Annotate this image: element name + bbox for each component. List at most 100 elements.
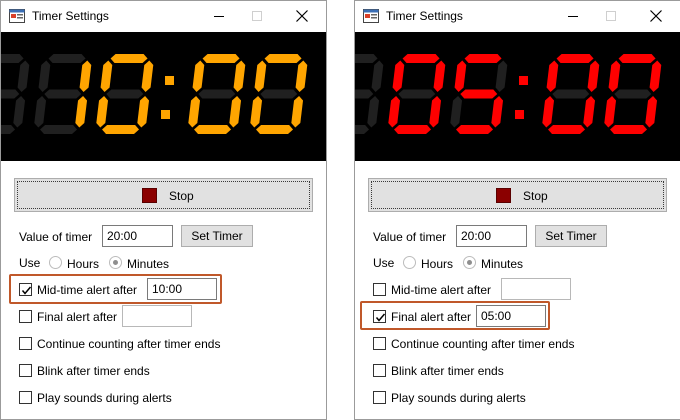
play-sounds-checkbox[interactable] <box>373 391 386 404</box>
digit-0-segment-on <box>402 54 440 63</box>
digit-1-segment-on <box>137 96 150 128</box>
blink-checkbox[interactable] <box>373 364 386 377</box>
final-alert-label: Final alert after <box>37 310 118 324</box>
digit-2-segment-on <box>587 60 600 92</box>
digit-3-segment-on <box>649 60 662 92</box>
final-alert-input[interactable] <box>122 305 192 327</box>
digit-2-segment-on <box>233 60 246 92</box>
title-bar[interactable]: Timer Settings <box>355 1 680 32</box>
digit-0-segment-off <box>398 89 436 99</box>
seven-segment-time <box>355 54 662 134</box>
use-label: Use <box>19 256 41 270</box>
digit-1-segment-on <box>491 96 504 128</box>
digit-2-segment-on <box>188 96 201 128</box>
set-timer-button[interactable]: Set Timer <box>181 225 253 247</box>
continue-counting-label: Continue counting after timer ends <box>391 337 575 351</box>
app-icon <box>363 9 379 23</box>
stop-label: Stop <box>169 189 194 203</box>
minimize-icon[interactable] <box>207 6 231 26</box>
stop-icon <box>496 188 511 203</box>
minutes-radio[interactable] <box>109 256 122 269</box>
ghost-digit-segment-off <box>1 89 20 99</box>
window-title: Timer Settings <box>386 9 463 23</box>
seven-segment-time <box>1 54 308 134</box>
checkmark-icon <box>21 286 32 295</box>
digit-1-segment-off <box>450 96 463 128</box>
timer-display <box>1 32 326 161</box>
close-icon[interactable] <box>644 6 668 26</box>
mid-alert-checkbox[interactable] <box>373 283 386 296</box>
digit-2-segment-on <box>583 96 596 128</box>
digit-1-segment-on <box>464 54 502 63</box>
ghost-digit-segment-off <box>367 96 380 128</box>
minutes-radio[interactable] <box>463 256 476 269</box>
timer-settings-window-left: Timer Settings Stop Value of timer Set T… <box>0 0 327 420</box>
colon-dot <box>515 110 524 119</box>
stop-button[interactable]: Stop <box>368 178 667 212</box>
stop-icon <box>142 188 157 203</box>
value-of-timer-label: Value of timer <box>19 230 93 244</box>
digit-3-segment-on <box>291 96 304 128</box>
digit-0-segment-off <box>38 60 51 92</box>
digit-0-segment-on <box>79 60 92 92</box>
digit-1-segment-off <box>495 60 508 92</box>
continue-counting-label: Continue counting after timer ends <box>37 337 221 351</box>
digit-1-segment-on <box>96 96 109 128</box>
minutes-label: Minutes <box>127 257 170 271</box>
digit-1-segment-on <box>456 125 494 134</box>
digit-2-segment-on <box>202 54 240 63</box>
hours-radio[interactable] <box>403 256 416 269</box>
title-bar[interactable]: Timer Settings <box>1 1 326 32</box>
timer-value-input[interactable] <box>102 225 173 247</box>
play-sounds-label: Play sounds during alerts <box>391 391 526 405</box>
digit-2-segment-on <box>192 60 205 92</box>
continue-counting-checkbox[interactable] <box>373 337 386 350</box>
colon-dot <box>165 76 174 85</box>
digit-1-segment-on <box>454 60 467 92</box>
digit-1-segment-on <box>141 60 154 92</box>
digit-3-segment-on <box>618 54 656 63</box>
mid-alert-input[interactable] <box>147 278 217 300</box>
digit-3-segment-off <box>614 89 652 99</box>
maximize-icon[interactable] <box>245 6 269 26</box>
blink-checkbox[interactable] <box>19 364 32 377</box>
timer-value-input[interactable] <box>456 225 527 247</box>
digit-0-segment-off <box>44 89 82 99</box>
minimize-icon[interactable] <box>561 6 585 26</box>
hours-radio[interactable] <box>49 256 62 269</box>
final-alert-checkbox[interactable] <box>373 310 386 323</box>
digit-2-segment-off <box>552 89 590 99</box>
digit-0-segment-on <box>429 96 442 128</box>
digit-1-segment-off <box>106 89 144 99</box>
hours-label: Hours <box>421 257 454 271</box>
digit-2-segment-on <box>229 96 242 128</box>
play-sounds-checkbox[interactable] <box>19 391 32 404</box>
checkmark-icon <box>375 313 386 322</box>
digit-3-segment-on <box>604 96 617 128</box>
blink-label: Blink after timer ends <box>391 364 504 378</box>
final-alert-label: Final alert after <box>391 310 472 324</box>
colon-dot <box>519 76 528 85</box>
final-alert-checkbox[interactable] <box>19 310 32 323</box>
final-alert-input[interactable] <box>476 305 546 327</box>
continue-counting-checkbox[interactable] <box>19 337 32 350</box>
set-timer-button[interactable]: Set Timer <box>535 225 607 247</box>
mid-alert-checkbox[interactable] <box>19 283 32 296</box>
digit-3-segment-on <box>264 54 302 63</box>
close-icon[interactable] <box>290 6 314 26</box>
digit-3-segment-on <box>256 125 294 134</box>
digit-2-segment-on <box>194 125 232 134</box>
mid-alert-input[interactable] <box>501 278 571 300</box>
digit-2-segment-on <box>548 125 586 134</box>
value-of-timer-label: Value of timer <box>373 230 447 244</box>
mid-alert-label: Mid-time alert after <box>37 283 138 297</box>
app-icon <box>9 9 25 23</box>
window-title: Timer Settings <box>32 9 109 23</box>
mid-alert-label: Mid-time alert after <box>391 283 492 297</box>
ghost-digit-segment-off <box>355 54 378 63</box>
digit-0-segment-on <box>433 60 446 92</box>
ghost-digit-segment-off <box>371 60 384 92</box>
maximize-icon[interactable] <box>599 6 623 26</box>
stop-button[interactable]: Stop <box>14 178 313 212</box>
use-label: Use <box>373 256 395 270</box>
